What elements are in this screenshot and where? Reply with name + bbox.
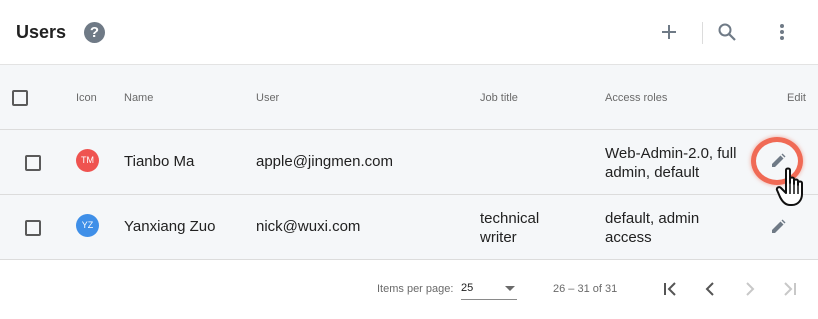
previous-page-button[interactable] (698, 277, 722, 301)
avatar: TM (76, 149, 99, 172)
page-title: Users (16, 22, 67, 42)
user-email: apple@jingmen.com (256, 153, 393, 170)
more-vert-icon (780, 24, 784, 40)
access-roles-line: access (605, 229, 652, 246)
hand-cursor-icon (775, 167, 803, 206)
pencil-icon (772, 219, 786, 233)
table-row[interactable]: TM Tianbo Ma apple@jingmen.com Web-Admin… (0, 130, 818, 195)
search-button[interactable] (713, 18, 741, 46)
add-button[interactable] (655, 18, 683, 46)
select-all-checkbox[interactable] (12, 90, 28, 106)
items-per-page-select[interactable]: 25 (461, 278, 517, 300)
page-range-label: 26 – 31 of 31 (553, 283, 618, 295)
column-header-user[interactable]: User (256, 92, 279, 104)
first-page-button[interactable] (658, 277, 682, 301)
toolbar-divider (702, 22, 703, 44)
help-icon[interactable]: ? (84, 22, 105, 43)
column-header-job-title[interactable]: Job title (480, 92, 518, 104)
table-header: Icon Name User Job title Access roles Ed… (0, 65, 818, 130)
chevron-right-icon (746, 282, 755, 296)
more-options-button[interactable] (768, 18, 796, 46)
last-page-button[interactable] (778, 277, 802, 301)
row-checkbox[interactable] (25, 155, 41, 171)
column-header-icon: Icon (76, 92, 97, 104)
next-page-button[interactable] (738, 277, 762, 301)
user-name: Tianbo Ma (124, 153, 195, 170)
dropdown-arrow-icon (505, 286, 515, 291)
first-page-icon (664, 282, 676, 296)
paginator: Items per page: 25 26 – 31 of 31 (0, 260, 818, 319)
table-row[interactable]: YZ Yanxiang Zuo nick@wuxi.com technical … (0, 195, 818, 260)
job-title-line: writer (480, 229, 517, 246)
avatar: YZ (76, 214, 99, 237)
row-checkbox[interactable] (25, 220, 41, 236)
toolbar: Users ? (0, 0, 818, 65)
access-roles-line: Web-Admin-2.0, full (605, 145, 737, 162)
items-per-page-value: 25 (461, 282, 474, 294)
column-header-name[interactable]: Name (124, 92, 153, 104)
search-icon (718, 23, 736, 41)
items-per-page-label: Items per page: (377, 283, 454, 295)
plus-icon (662, 25, 676, 39)
column-header-access-roles[interactable]: Access roles (605, 92, 667, 104)
last-page-icon (784, 282, 796, 296)
job-title-line: technical (480, 210, 540, 227)
column-header-edit: Edit (787, 92, 806, 104)
chevron-left-icon (705, 282, 714, 296)
access-roles-line: admin, default (605, 164, 700, 181)
user-email: nick@wuxi.com (256, 218, 361, 235)
edit-button[interactable] (766, 215, 790, 239)
user-name: Yanxiang Zuo (124, 218, 216, 235)
access-roles-line: default, admin (605, 210, 700, 227)
